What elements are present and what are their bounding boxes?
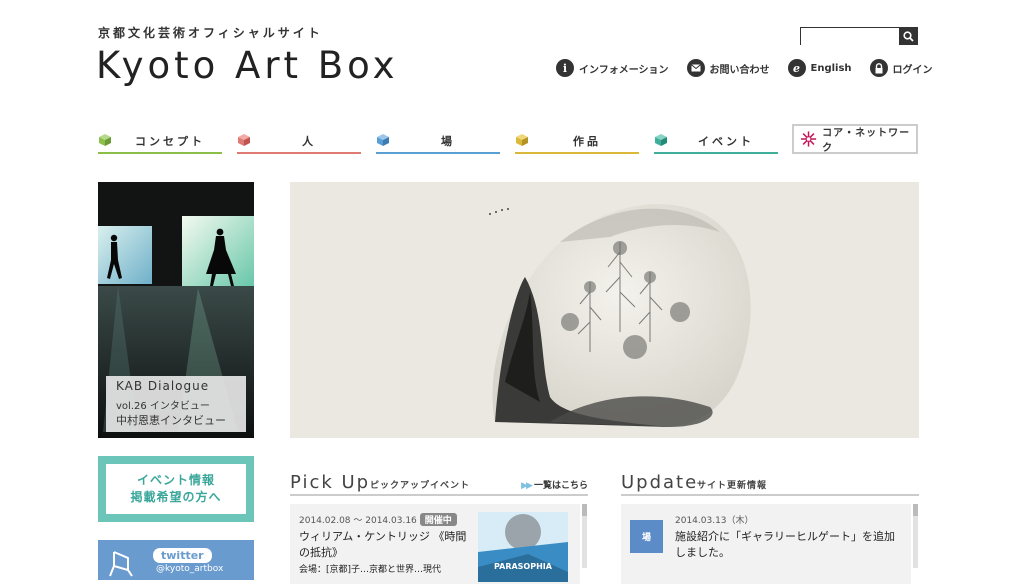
update-date: 2014.03.13（木） [675, 516, 754, 526]
search-button[interactable] [899, 27, 918, 45]
asterisk-icon [800, 131, 817, 147]
update-header: Update サイト更新情報 [621, 472, 919, 496]
utility-english[interactable]: e English [787, 59, 852, 77]
search-box [800, 27, 918, 48]
utility-contact[interactable]: お問い合わせ [686, 59, 770, 77]
lock-icon [869, 59, 888, 77]
double-arrow-icon: ▶▶ [521, 481, 533, 491]
update-item[interactable]: 場 2014.03.13（木） 施設紹介に「ギャラリーヒルゲート」を追加しました… [621, 504, 911, 584]
nav-core-network[interactable]: コア・ネットワーク [792, 124, 918, 154]
pickup-title: Pick Up [290, 472, 371, 493]
update-text[interactable]: 施設紹介に「ギャラリーヒルゲート」を追加しました。 [675, 529, 903, 561]
nav-label: 場 [441, 135, 455, 148]
ink-painting-image [290, 182, 919, 438]
event-submission-banner[interactable]: イベント情報 掲載希望の方へ [98, 456, 254, 522]
pickup-item[interactable]: 2014.02.08 ～ 2014.03.16 開催中 ウィリアム・ケントリッジ … [290, 504, 580, 584]
event-banner-line2: 掲載希望の方へ [130, 490, 222, 504]
dialogue-name: 中村恩恵インタビュー [116, 414, 226, 427]
hero-artwork[interactable] [290, 182, 919, 438]
global-nav: コンセプト 人 場 作品 イベント コア・ネットワーク [98, 124, 920, 156]
pickup-header: Pick Up ピックアップイベント ▶▶ 一覧はこちら [290, 472, 588, 496]
nav-events[interactable]: イベント [654, 124, 778, 154]
pickup-list-link[interactable]: ▶▶ 一覧はこちら [521, 478, 588, 491]
site-subtitle: 京都文化芸術オフィシャルサイト [98, 26, 323, 40]
nav-works[interactable]: 作品 [515, 124, 639, 154]
update-title: Update [621, 472, 699, 493]
utility-label: ログイン [892, 64, 933, 76]
site-logo[interactable]: Kyoto Art Box [96, 44, 399, 87]
pickup-thumbnail[interactable]: PARASOPHIA [478, 512, 568, 582]
dialogue-volume: vol.26 インタビュー [116, 401, 210, 412]
nav-places[interactable]: 場 [376, 124, 500, 154]
utility-label: お問い合わせ [709, 64, 770, 76]
twitter-label: twitter [153, 548, 212, 563]
utility-label: English [810, 62, 852, 74]
nav-concept[interactable]: コンセプト [98, 124, 222, 154]
update-category-tag: 場 [630, 520, 663, 553]
twitter-banner[interactable]: twitter @kyoto_artbox [98, 540, 254, 580]
pickup-more: 会場：[京都]子…京都と世界…現代 [299, 565, 442, 575]
nav-label: コンセプト [135, 135, 205, 148]
info-icon: i [556, 59, 574, 77]
nav-label: 作品 [573, 135, 601, 148]
nav-people[interactable]: 人 [237, 124, 361, 154]
search-input[interactable] [801, 31, 905, 48]
utility-information[interactable]: i インフォメーション [556, 59, 669, 77]
nav-label: コア・ネットワーク [822, 128, 911, 154]
update-subtitle: サイト更新情報 [697, 481, 768, 491]
english-icon: e [787, 59, 806, 77]
utility-label: インフォメーション [579, 64, 669, 76]
parasophia-image [478, 512, 568, 582]
pickup-subtitle: ピックアップイベント [370, 481, 471, 491]
update-scroll-thumb[interactable] [913, 504, 918, 516]
thumbnail-label: PARASOPHIA [494, 562, 552, 571]
search-icon [903, 30, 914, 42]
event-banner-inner: イベント情報 掲載希望の方へ [106, 464, 246, 514]
chair-icon [109, 551, 133, 577]
dialogue-caption: KAB Dialogue vol.26 インタビュー 中村恩恵インタビュー [106, 376, 246, 432]
nav-label: 人 [302, 135, 316, 148]
dialogue-feature[interactable]: KAB Dialogue vol.26 インタビュー 中村恩恵インタビュー [98, 182, 254, 438]
utility-login[interactable]: ログイン [869, 59, 933, 77]
pickup-scroll-thumb[interactable] [582, 504, 587, 516]
utility-links: i インフォメーション お問い合わせ e English ログイン [556, 59, 933, 77]
pickup-date: 2014.02.08 ～ 2014.03.16 開催中 [299, 513, 457, 526]
twitter-handle: @kyoto_artbox [156, 564, 224, 574]
event-banner-line1: イベント情報 [136, 473, 215, 487]
pickup-title-text[interactable]: ウィリアム・ケントリッジ 《時間の抵抗》 会場：[京都]子…京都と世界…現代 [299, 529, 475, 578]
mail-icon [686, 59, 705, 77]
dialogue-title: KAB Dialogue [116, 379, 210, 393]
nav-label: イベント [698, 135, 754, 148]
status-badge: 開催中 [419, 513, 457, 526]
